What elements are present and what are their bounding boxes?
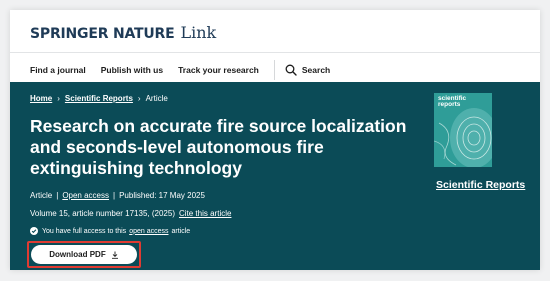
nav-find-a-journal[interactable]: Find a journal — [30, 65, 86, 75]
article-type: Article — [30, 191, 53, 200]
breadcrumb: Home › Scientific Reports › Article — [30, 94, 168, 103]
breadcrumb-journal[interactable]: Scientific Reports — [65, 94, 133, 103]
access-open-access-link[interactable]: open access — [129, 228, 168, 235]
search-button[interactable]: Search — [285, 64, 330, 76]
cover-journal-title: scientific reports — [438, 95, 467, 108]
nav-separator — [273, 60, 275, 80]
volume-info: Volume 15, article number 17135, (2025) — [30, 209, 175, 218]
article-meta: Article | Open access | Published: 17 Ma… — [30, 191, 205, 200]
article-title: Research on accurate fire source localiz… — [30, 116, 407, 178]
download-pdf-label: Download PDF — [49, 250, 106, 259]
journal-name-link[interactable]: Scientific Reports — [436, 179, 525, 191]
check-circle-icon — [30, 227, 38, 235]
header-divider — [10, 52, 540, 53]
meta-separator: | — [56, 191, 59, 200]
breadcrumb-current: Article — [145, 94, 168, 103]
article-volume-line: Volume 15, article number 17135, (2025) … — [30, 209, 231, 218]
access-notice: You have full access to this open access… — [30, 227, 190, 235]
download-pdf-button[interactable]: Download PDF — [31, 245, 137, 264]
top-nav: Find a journal Publish with us Track you… — [30, 60, 330, 80]
open-access-link[interactable]: Open access — [62, 191, 109, 200]
page-card: SPRINGER NATURE Link Find a journal Publ… — [10, 10, 540, 270]
journal-cover-image[interactable]: scientific reports — [434, 93, 492, 167]
brand-suffix: Link — [180, 23, 217, 42]
search-icon — [285, 64, 297, 76]
access-suffix: article — [171, 227, 191, 235]
breadcrumb-home[interactable]: Home — [30, 94, 52, 103]
cite-this-article-link[interactable]: Cite this article — [179, 209, 231, 218]
article-hero: Home › Scientific Reports › Article Rese… — [10, 82, 540, 270]
access-prefix: You have full access to this — [42, 227, 127, 235]
meta-separator: | — [113, 191, 116, 200]
chevron-right-icon: › — [137, 94, 141, 103]
search-label: Search — [301, 65, 331, 75]
published-date: Published: 17 May 2025 — [119, 191, 205, 200]
download-icon — [111, 251, 118, 259]
nav-track-your-research[interactable]: Track your research — [178, 65, 259, 75]
brand-name: SPRINGER NATURE — [30, 26, 175, 42]
nav-publish-with-us[interactable]: Publish with us — [101, 65, 163, 75]
springer-nature-link-logo[interactable]: SPRINGER NATURE Link — [30, 23, 216, 45]
chevron-right-icon: › — [57, 94, 60, 103]
